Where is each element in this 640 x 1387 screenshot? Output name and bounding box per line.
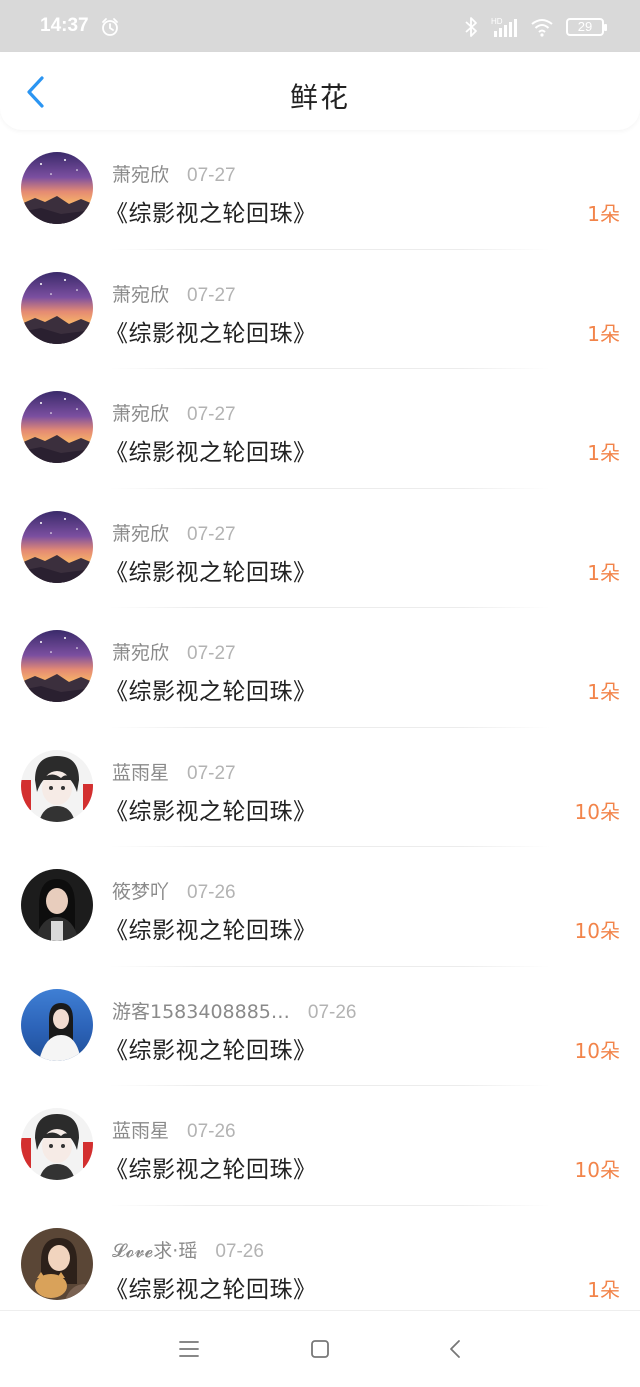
avatar[interactable] (21, 152, 93, 224)
alarm-icon (102, 18, 118, 36)
book-title[interactable]: 《综影视之轮回珠》 (105, 911, 317, 945)
avatar[interactable] (21, 988, 93, 1061)
status-time: 14:37 (40, 15, 89, 36)
row-meta: 蓝雨星 07-27 (112, 758, 236, 785)
flower-count: 10朵 (574, 919, 620, 943)
list-item[interactable]: 萧宛欣 07-27 《综影视之轮回珠》 1朵 (0, 489, 640, 608)
gift-date: 07-27 (187, 404, 236, 425)
avatar[interactable] (21, 1227, 93, 1300)
book-title[interactable]: 《综影视之轮回珠》 (105, 1031, 317, 1065)
book-title[interactable]: 《综影视之轮回珠》 (105, 672, 317, 706)
user-name[interactable]: 萧宛欣 (112, 399, 169, 426)
header: 鲜花 (0, 52, 640, 130)
gift-date: 07-26 (187, 1121, 236, 1142)
row-meta: 萧宛欣 07-27 (112, 519, 236, 546)
row-meta: 萧宛欣 07-27 (112, 280, 236, 307)
row-meta: 萧宛欣 07-27 (112, 638, 236, 665)
user-name[interactable]: 萧宛欣 (112, 280, 169, 307)
avatar[interactable] (21, 869, 93, 941)
list-item[interactable]: 筱梦吖 07-26 《综影视之轮回珠》 10朵 (0, 847, 640, 967)
page-title: 鲜花 (289, 81, 350, 114)
home-square-icon[interactable] (308, 1337, 332, 1361)
list-item[interactable]: 游客1583408885… 07-26 《综影视之轮回珠》 10朵 (0, 967, 640, 1086)
gift-date: 07-26 (215, 1240, 264, 1262)
row-meta: 筱梦吖 07-26 (112, 877, 236, 904)
book-title[interactable]: 《综影视之轮回珠》 (105, 194, 317, 228)
user-name[interactable]: 萧宛欣 (112, 519, 169, 546)
phone-screen: 14:37 HD 29 鲜花 萧宛欣 07-27 《综影视之轮回珠》 1朵 萧宛… (0, 0, 640, 1387)
user-name[interactable]: 𝓛𝓸𝓿𝓮求·瑶 (112, 1236, 197, 1263)
back-triangle-icon[interactable] (444, 1337, 468, 1361)
row-meta: 蓝雨星 07-26 (112, 1116, 236, 1143)
row-meta: 萧宛欣 07-27 (112, 399, 236, 426)
avatar[interactable] (21, 510, 93, 583)
avatar[interactable] (21, 630, 93, 702)
flower-count: 1朵 (587, 680, 620, 704)
user-name[interactable]: 蓝雨星 (112, 1116, 169, 1143)
network-type-label: HD (491, 17, 503, 26)
flower-count: 1朵 (587, 560, 620, 585)
book-title[interactable]: 《综影视之轮回珠》 (105, 1270, 317, 1304)
gift-date: 07-27 (187, 643, 236, 664)
user-name[interactable]: 萧宛欣 (112, 160, 169, 187)
signal-icon: HD (491, 17, 517, 37)
status-icons: HD 29 (464, 14, 607, 40)
avatar[interactable] (21, 391, 93, 463)
menu-icon[interactable] (177, 1337, 201, 1361)
book-title[interactable]: 《综影视之轮回珠》 (105, 1150, 317, 1184)
list-item[interactable]: 蓝雨星 07-26 《综影视之轮回珠》 10朵 (0, 1086, 640, 1206)
row-meta: 𝓛𝓸𝓿𝓮求·瑶 07-26 (112, 1236, 264, 1263)
book-title[interactable]: 《综影视之轮回珠》 (105, 792, 317, 826)
list-item[interactable]: 蓝雨星 07-27 《综影视之轮回珠》 10朵 (0, 728, 640, 847)
user-name[interactable]: 筱梦吖 (112, 877, 169, 904)
flower-count: 10朵 (574, 799, 620, 824)
list-item[interactable]: 萧宛欣 07-27 《综影视之轮回珠》 1朵 (0, 250, 640, 369)
row-meta: 萧宛欣 07-27 (112, 160, 236, 187)
book-title[interactable]: 《综影视之轮回珠》 (105, 314, 317, 348)
user-name[interactable]: 萧宛欣 (112, 638, 169, 665)
gift-date: 07-26 (187, 882, 236, 903)
flower-count: 1朵 (587, 321, 620, 346)
book-title[interactable]: 《综影视之轮回珠》 (105, 433, 317, 467)
list-item[interactable]: 萧宛欣 07-27 《综影视之轮回珠》 1朵 (0, 130, 640, 250)
flower-count: 1朵 (587, 1277, 620, 1302)
avatar[interactable] (21, 271, 93, 344)
battery-icon: 29 (566, 18, 607, 36)
gift-date: 07-27 (187, 762, 236, 784)
flower-count: 10朵 (574, 1038, 620, 1063)
row-meta: 游客1583408885… 07-26 (112, 997, 357, 1024)
system-nav-bar (0, 1310, 640, 1387)
flower-count: 1朵 (587, 202, 620, 226)
flower-count: 1朵 (587, 441, 620, 465)
flower-list: 萧宛欣 07-27 《综影视之轮回珠》 1朵 萧宛欣 07-27 《综影视之轮回… (0, 130, 640, 1325)
avatar[interactable] (21, 1108, 93, 1180)
book-title[interactable]: 《综影视之轮回珠》 (105, 553, 317, 587)
user-name[interactable]: 蓝雨星 (112, 758, 169, 785)
gift-date: 07-27 (187, 523, 236, 545)
gift-date: 07-26 (307, 1001, 357, 1023)
avatar[interactable] (21, 749, 93, 822)
gift-date: 07-27 (187, 284, 236, 306)
flower-count: 10朵 (574, 1158, 620, 1182)
list-item[interactable]: 𝓛𝓸𝓿𝓮求·瑶 07-26 《综影视之轮回珠》 1朵 (0, 1206, 640, 1325)
gift-date: 07-27 (187, 165, 236, 186)
list-item[interactable]: 萧宛欣 07-27 《综影视之轮回珠》 1朵 (0, 608, 640, 728)
wifi-icon (531, 19, 553, 37)
user-name[interactable]: 游客1583408885… (112, 997, 290, 1024)
bluetooth-icon (465, 17, 477, 37)
status-bar: 14:37 HD 29 (0, 0, 640, 52)
list-item[interactable]: 萧宛欣 07-27 《综影视之轮回珠》 1朵 (0, 369, 640, 489)
